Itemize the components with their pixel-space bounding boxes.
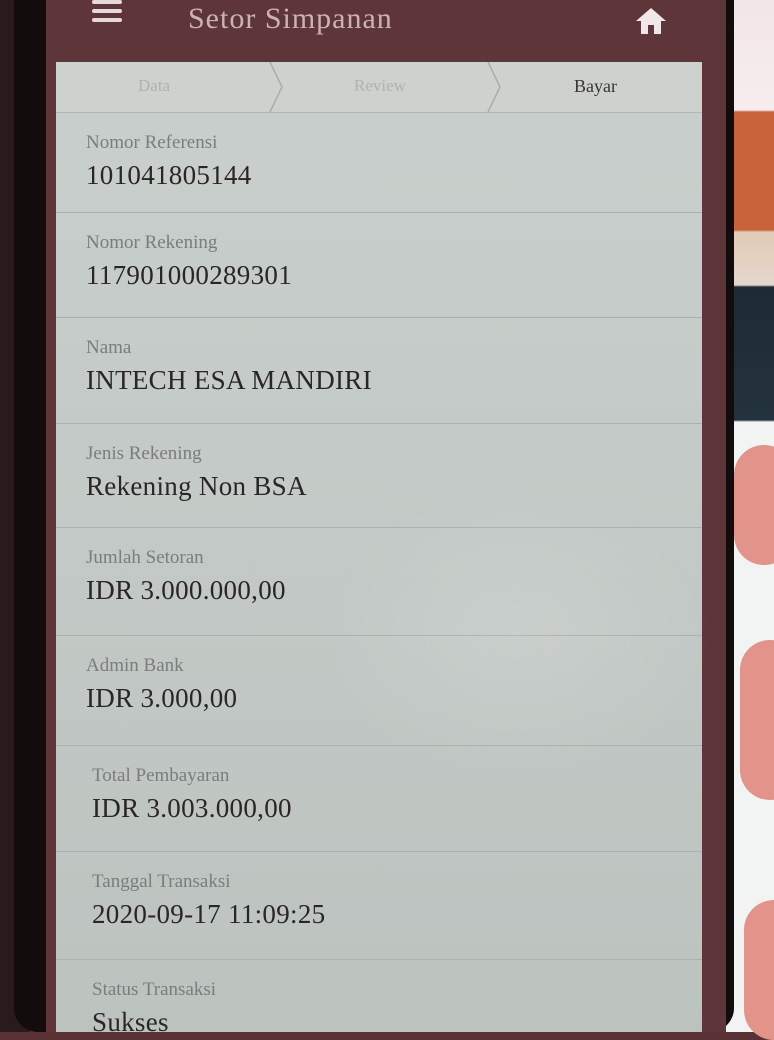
field-label: Jumlah Setoran xyxy=(86,547,204,568)
field-label: Status Transaksi xyxy=(92,979,217,1000)
field-label: Admin Bank xyxy=(86,655,184,676)
content-card: Data Review Bayar Nomor Referensi 101041… xyxy=(56,62,716,1032)
field-value: 101041805144 xyxy=(86,160,252,190)
finger xyxy=(734,445,774,565)
app-bar: Setor Simpanan xyxy=(46,0,726,60)
field-label: Jenis Rekening xyxy=(86,443,202,464)
field-label: Nama xyxy=(86,337,132,358)
field-value: Sukses xyxy=(92,1007,169,1032)
field-value: Rekening Non BSA xyxy=(86,471,307,501)
field-label: Tanggal Transaksi xyxy=(92,871,231,892)
field-value: 117901000289301 xyxy=(86,260,292,290)
field-value: IDR 3.003.000,00 xyxy=(92,793,292,823)
field-label: Total Pembayaran xyxy=(92,765,230,786)
field-jenis-rekening: Jenis Rekening Rekening Non BSA xyxy=(56,423,702,528)
field-nama: Nama INTECH ESA MANDIRI xyxy=(56,317,702,424)
page-title: Setor Simpanan xyxy=(188,2,393,35)
menu-line xyxy=(92,9,122,13)
field-value: IDR 3.000.000,00 xyxy=(86,575,286,605)
field-tanggal-transaksi: Tanggal Transaksi 2020-09-17 11:09:25 xyxy=(56,851,702,960)
screen: Setor Simpanan Data Review Bayar Nomor R… xyxy=(46,0,726,1032)
phone-frame: Setor Simpanan Data Review Bayar Nomor R… xyxy=(14,0,734,1032)
field-status-transaksi: Status Transaksi Sukses xyxy=(56,959,702,1032)
step-review: Review xyxy=(354,76,406,95)
finger xyxy=(744,900,774,1040)
field-nomor-rekening: Nomor Rekening 117901000289301 xyxy=(56,212,702,318)
chevron-right-icon xyxy=(487,62,501,112)
step-indicator: Data Review Bayar xyxy=(56,62,702,113)
field-nomor-referensi: Nomor Referensi 101041805144 xyxy=(56,112,702,213)
field-admin-bank: Admin Bank IDR 3.000,00 xyxy=(56,635,702,746)
field-jumlah-setoran: Jumlah Setoran IDR 3.000.000,00 xyxy=(56,527,702,636)
home-icon[interactable] xyxy=(634,6,668,36)
hamburger-menu-icon[interactable] xyxy=(92,0,122,22)
field-value: INTECH ESA MANDIRI xyxy=(86,365,372,395)
chevron-right-icon xyxy=(269,62,283,112)
menu-line xyxy=(92,0,122,4)
field-value: IDR 3.000,00 xyxy=(86,683,238,713)
step-bayar: Bayar xyxy=(574,76,617,96)
field-value: 2020-09-17 11:09:25 xyxy=(92,899,326,929)
step-data: Data xyxy=(138,76,171,95)
field-label: Nomor Rekening xyxy=(86,232,218,253)
finger xyxy=(740,640,774,800)
field-label: Nomor Referensi xyxy=(86,132,218,153)
menu-line xyxy=(92,18,122,22)
field-total-pembayaran: Total Pembayaran IDR 3.003.000,00 xyxy=(56,745,702,852)
